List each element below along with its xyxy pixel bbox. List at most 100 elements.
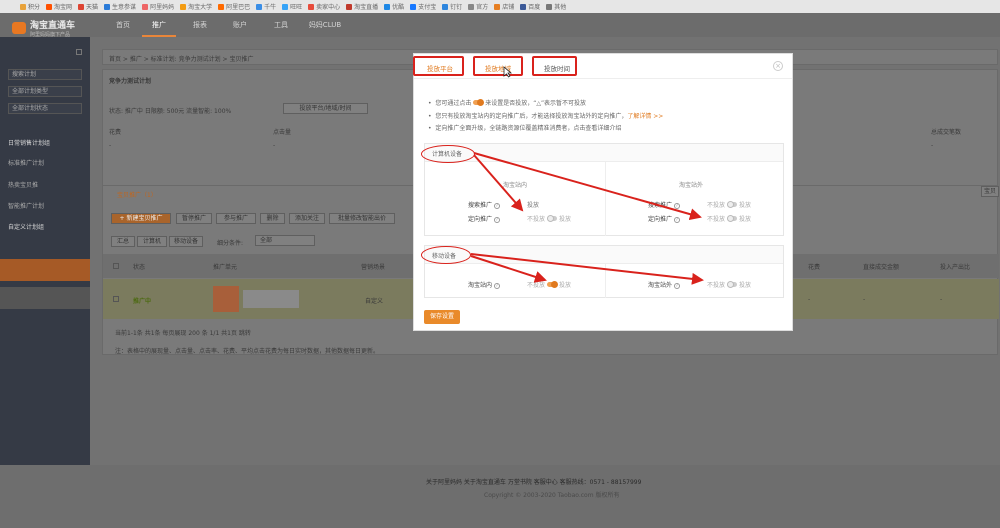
sidebar-item-3[interactable]: 智能推广计划 xyxy=(8,201,44,210)
footer-copyright: Copyright © 2003-2020 Taobao.com 版权所有 xyxy=(484,492,620,499)
metric-dash: - xyxy=(273,142,276,149)
mobile-out-toggle[interactable]: 不投放 投放 xyxy=(707,280,751,289)
product-thumbnail[interactable] xyxy=(213,286,239,312)
follow-button[interactable]: 添加关注 xyxy=(289,213,325,224)
bookmark-item[interactable]: 旺旺 xyxy=(282,2,302,11)
bookmark-icon xyxy=(520,3,527,10)
pagination[interactable]: 当前1-1条 共1条 每页展现 200 条 1/1 共1页 跳转 xyxy=(115,328,251,337)
bookmark-item[interactable]: 其他 xyxy=(546,2,566,11)
bookmark-item[interactable]: 卖家中心 xyxy=(308,2,340,11)
sidebar-item-2[interactable]: 热卖宝贝推 xyxy=(8,180,38,189)
save-settings-button[interactable]: 保存设置 xyxy=(424,310,460,324)
bookmark-item[interactable]: 店铺 xyxy=(494,2,514,11)
platform-settings-button[interactable]: 投放平台/地域/时间 xyxy=(283,103,368,114)
pc-out-target-toggle[interactable]: 不投放 投放 xyxy=(707,214,751,223)
bookmark-item[interactable]: 优酷 xyxy=(384,2,404,11)
help-icon[interactable]: ? xyxy=(673,283,680,289)
bookmark-item[interactable]: 百度 xyxy=(520,2,540,11)
logo-icon xyxy=(12,22,26,34)
toggle-icon[interactable] xyxy=(547,281,559,288)
col-roi[interactable]: 投入产出比 xyxy=(940,262,970,271)
pc-out-search-toggle[interactable]: 不投放 投放 xyxy=(707,200,751,209)
sidebar-group-custom[interactable]: 自定义计划组 xyxy=(8,222,44,231)
cursor-icon xyxy=(503,66,513,78)
sidebar-group-daily[interactable]: 日常销售计划组 xyxy=(8,138,50,147)
sidebar-item-1[interactable]: 标准推广计划 xyxy=(8,158,44,167)
bookmark-icon xyxy=(410,3,417,10)
annotation-box-time xyxy=(532,56,577,76)
sidebar-item-active[interactable] xyxy=(0,259,90,281)
col-cost[interactable]: 花费 xyxy=(808,262,820,271)
row-cost: - xyxy=(808,296,811,303)
tab-tools[interactable]: 工具 xyxy=(266,13,296,37)
segment-select[interactable]: 全部 xyxy=(255,235,315,246)
help-icon[interactable]: ? xyxy=(673,217,680,223)
pc-col-taobao-out: 淘宝站外 xyxy=(679,182,704,189)
bookmark-item[interactable]: 淘宝网 xyxy=(46,2,72,11)
bookmark-icon xyxy=(142,3,149,10)
tab-report[interactable]: 报表 xyxy=(185,13,215,37)
sidebar-filter-status[interactable]: 全部计划状态 xyxy=(8,103,82,114)
sidebar-item-blank[interactable] xyxy=(0,287,90,309)
view-summary-button[interactable]: 汇总 xyxy=(111,236,135,247)
close-icon[interactable]: × xyxy=(773,61,783,71)
bookmark-icon xyxy=(20,3,26,10)
bookmark-icon xyxy=(78,3,85,10)
pause-button[interactable]: 暂停推广 xyxy=(176,213,212,224)
bookmark-item[interactable]: 阿里巴巴 xyxy=(218,2,250,11)
toggle-icon[interactable] xyxy=(727,215,738,222)
tab-unit-promote[interactable]: 宝贝推广（1） xyxy=(117,190,157,199)
help-icon[interactable]: ? xyxy=(673,203,680,209)
bookmark-item[interactable]: 淘宝大学 xyxy=(180,2,212,11)
help-icon[interactable]: ? xyxy=(493,203,500,209)
logo-title: 淘宝直通车 xyxy=(30,21,76,31)
toggle-icon[interactable] xyxy=(727,281,738,288)
bookmark-item[interactable]: 官方 xyxy=(468,2,488,11)
sidebar-search-input[interactable]: 搜索计划 xyxy=(8,69,82,80)
help-icon[interactable]: ? xyxy=(493,217,500,223)
delete-button[interactable]: 删除 xyxy=(260,213,285,224)
bookmarks-bar: 积分 淘宝网 天猫 生意参谋 阿里妈妈 淘宝大学 阿里巴巴 千牛 旺旺 卖家中心 淘宝直播 优酷 支付宝… xyxy=(0,0,1000,13)
bookmark-item[interactable]: 千牛 xyxy=(256,2,276,11)
collapse-icon[interactable] xyxy=(76,49,82,55)
tab-club[interactable]: 妈妈CLUB xyxy=(305,13,345,37)
tab-promote[interactable]: 推广 xyxy=(142,13,176,37)
logo[interactable]: 淘宝直通车 阿里妈妈旗下产品 xyxy=(12,18,75,38)
mobile-in-toggle[interactable]: 不投放 投放 xyxy=(527,280,571,289)
bookmark-icon xyxy=(218,3,225,10)
row-scene: 自定义 xyxy=(365,298,384,305)
sidebar-filter-type[interactable]: 全部计划类型 xyxy=(8,86,82,97)
bookmark-item[interactable]: 阿里妈妈 xyxy=(142,2,174,11)
learn-more-link[interactable]: 了解详情 >> xyxy=(627,113,663,120)
new-unit-button[interactable]: + 新建宝贝推广 xyxy=(111,213,171,224)
mobile-in-label: 淘宝站内 ? xyxy=(468,282,500,289)
bookmark-item[interactable]: 天猫 xyxy=(78,2,98,11)
bookmark-icon xyxy=(468,3,475,10)
pc-in-target-toggle[interactable]: 不投放 投放 xyxy=(527,214,571,223)
col-status[interactable]: 状态 xyxy=(133,262,145,271)
footer-links[interactable]: 关于阿里妈妈 关于淘宝直通车 万堂书院 客服中心 客服热线：0571 - 881… xyxy=(426,477,641,486)
select-all-checkbox[interactable] xyxy=(113,263,119,269)
tab-home[interactable]: 首页 xyxy=(108,13,138,37)
toggle-icon[interactable] xyxy=(727,201,738,208)
smart-bid-button[interactable]: 批量修改智能出价 xyxy=(329,213,395,224)
plan-status-line: 状态: 推广中 日限额: 500元 流量智能: 100% xyxy=(109,108,232,115)
join-button[interactable]: 参与推广 xyxy=(216,213,256,224)
bookmark-item[interactable]: 钉钉 xyxy=(442,2,462,11)
view-pc-button[interactable]: 计算机 xyxy=(137,236,167,247)
bookmark-item[interactable]: 支付宝 xyxy=(410,2,436,11)
tab-account[interactable]: 账户 xyxy=(225,13,255,37)
right-edge-button[interactable]: 宝贝 xyxy=(981,186,999,197)
bookmark-item[interactable]: 生意参谋 xyxy=(104,2,136,11)
col-revenue[interactable]: 直接成交金额 xyxy=(863,262,899,271)
pc-out-target-label: 定向推广 ? xyxy=(648,216,680,223)
row-checkbox[interactable] xyxy=(113,296,119,302)
toggle-icon[interactable] xyxy=(547,215,558,222)
row-revenue: - xyxy=(863,296,866,303)
col-scene[interactable]: 营销场景 xyxy=(361,262,385,271)
help-icon[interactable]: ? xyxy=(493,283,500,289)
pc-in-search-status: 投放 xyxy=(527,202,540,209)
bookmark-item[interactable]: 积分 xyxy=(20,2,40,11)
bookmark-item[interactable]: 淘宝直播 xyxy=(346,2,378,11)
view-mobile-button[interactable]: 移动设备 xyxy=(169,236,203,247)
